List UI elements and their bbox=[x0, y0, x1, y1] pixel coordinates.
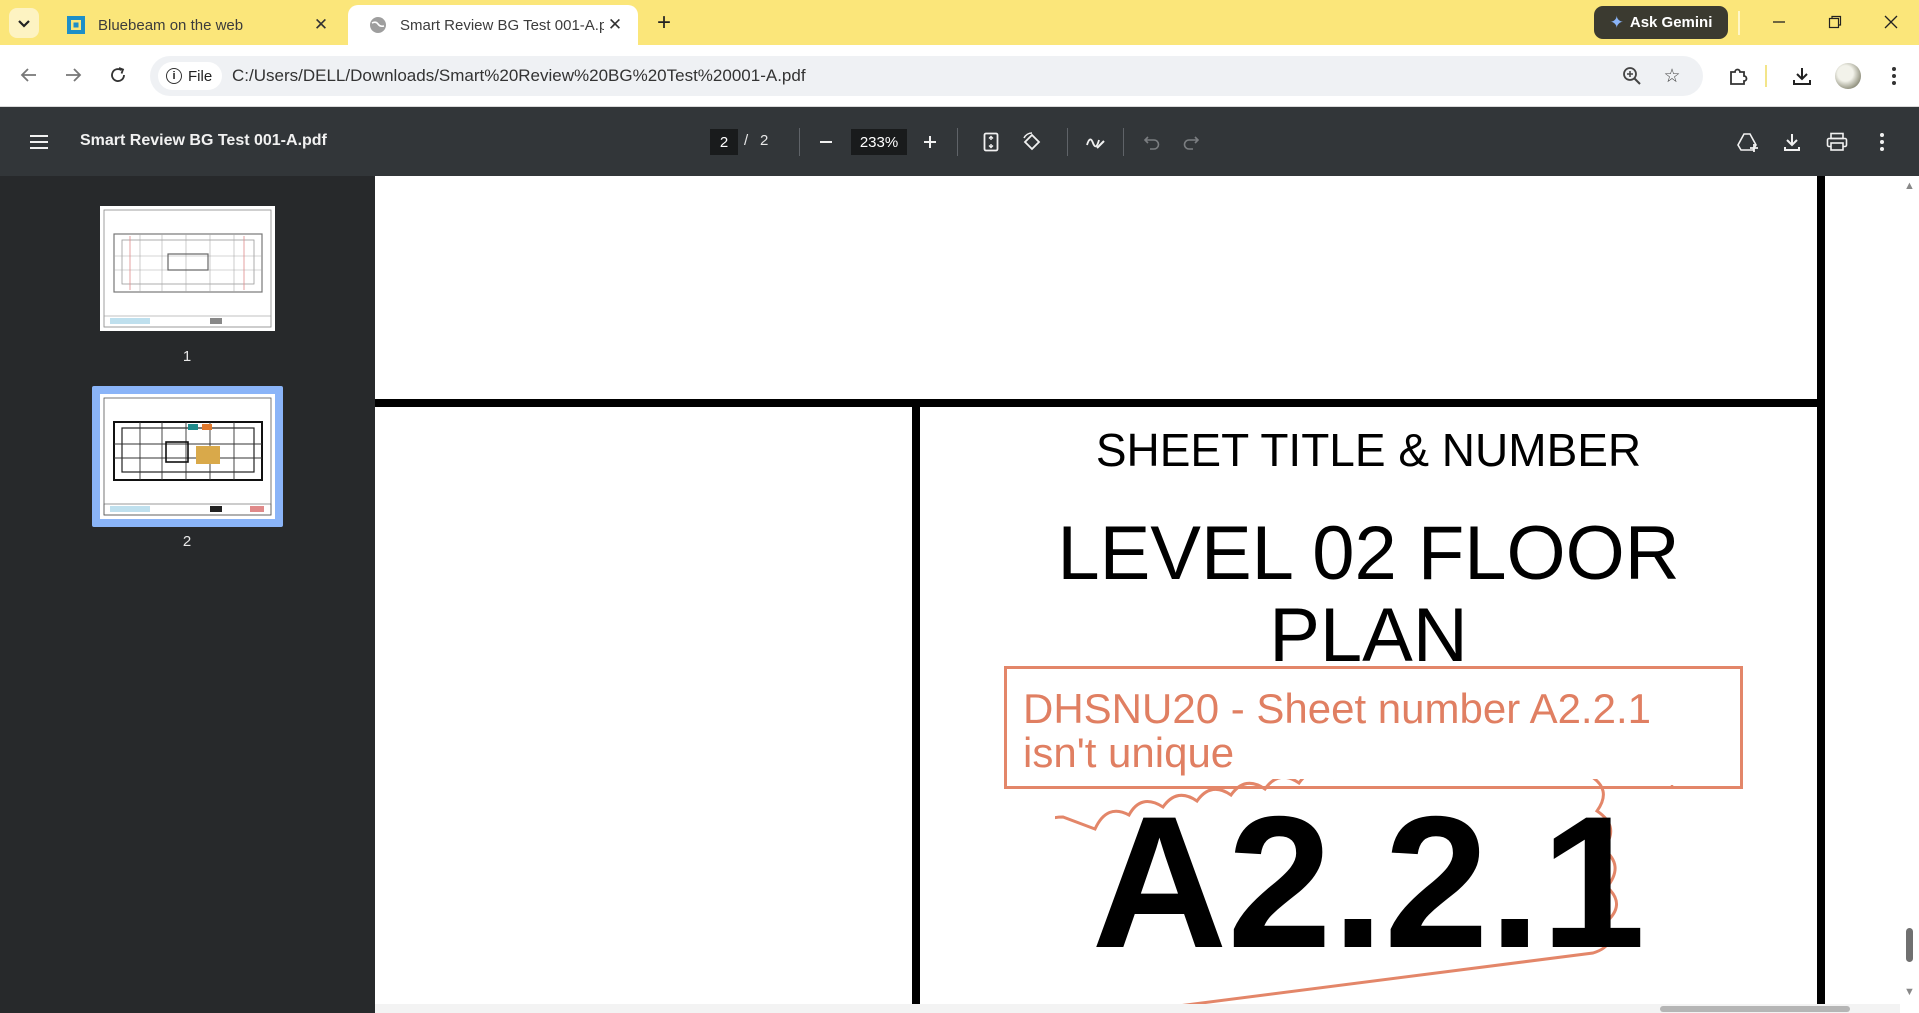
printer-icon bbox=[1826, 132, 1848, 151]
ask-gemini-label: Ask Gemini bbox=[1629, 14, 1713, 31]
plus-icon bbox=[924, 136, 936, 148]
chevron-down-icon bbox=[18, 20, 30, 28]
site-info-label: File bbox=[188, 67, 213, 85]
tab-pdf[interactable]: Smart Review BG Test 001-A.pdf ✕ bbox=[348, 5, 638, 45]
document-title: Smart Review BG Test 001-A.pdf bbox=[80, 132, 327, 149]
title-block-border bbox=[375, 399, 1821, 407]
tab-search-button[interactable] bbox=[9, 8, 39, 38]
save-to-drive-button[interactable] bbox=[1734, 128, 1762, 156]
new-tab-button[interactable]: + bbox=[650, 9, 678, 37]
scroll-up-icon[interactable]: ▲ bbox=[1904, 180, 1915, 192]
rotate-button[interactable] bbox=[1018, 128, 1046, 156]
arrow-left-icon bbox=[20, 68, 36, 82]
minus-icon bbox=[820, 141, 832, 143]
page-number-input[interactable]: 2 bbox=[710, 129, 738, 155]
extensions-icon[interactable] bbox=[1722, 60, 1754, 92]
toolbar-divider bbox=[1765, 65, 1767, 87]
browser-menu-icon[interactable] bbox=[1878, 60, 1910, 92]
zoom-in-button[interactable] bbox=[916, 128, 944, 156]
redo-icon bbox=[1183, 136, 1200, 150]
forward-button[interactable] bbox=[56, 58, 90, 92]
close-window-button[interactable] bbox=[1868, 6, 1914, 38]
gemini-sparkle-icon: ✦ bbox=[1609, 12, 1624, 32]
scrollbar-thumb[interactable] bbox=[1906, 928, 1913, 962]
bluebeam-logo-icon bbox=[66, 15, 86, 35]
undo-icon bbox=[1143, 136, 1160, 150]
redo-button[interactable] bbox=[1177, 128, 1205, 156]
undo-button[interactable] bbox=[1138, 128, 1166, 156]
title-block-border bbox=[1817, 176, 1825, 1013]
url-text[interactable]: C:/Users/DELL/Downloads/Smart%20Review%2… bbox=[232, 66, 806, 86]
strip-divider bbox=[1738, 11, 1740, 35]
horizontal-scrollbar[interactable] bbox=[375, 1004, 1900, 1013]
scroll-down-icon[interactable]: ▼ bbox=[1904, 986, 1915, 998]
hamburger-icon bbox=[30, 135, 48, 149]
pdf-download-button[interactable] bbox=[1778, 128, 1806, 156]
pdf-toolbar: Smart Review BG Test 001-A.pdf 2 / 2 233… bbox=[0, 107, 1919, 176]
fit-page-icon bbox=[983, 132, 999, 152]
tab-title: Smart Review BG Test 001-A.pdf bbox=[400, 16, 604, 34]
profile-avatar[interactable] bbox=[1835, 63, 1861, 89]
zoom-input[interactable]: 233% bbox=[851, 129, 907, 155]
reload-button[interactable] bbox=[101, 58, 135, 92]
close-icon bbox=[1884, 15, 1898, 29]
tab-strip: Bluebeam on the web ✕ Smart Review BG Te… bbox=[0, 0, 1919, 45]
markup-line-1: DHSNU20 - Sheet number A2.2.1 bbox=[1023, 685, 1651, 732]
restore-button[interactable] bbox=[1812, 6, 1858, 38]
site-info-chip[interactable]: i File bbox=[158, 62, 223, 90]
toolbar-divider bbox=[957, 128, 958, 156]
download-icon[interactable] bbox=[1786, 60, 1818, 92]
scrollbar-thumb[interactable] bbox=[1660, 1006, 1850, 1012]
rotate-icon bbox=[1023, 132, 1041, 151]
minimize-icon bbox=[1773, 21, 1785, 23]
minimize-button[interactable] bbox=[1756, 6, 1802, 38]
print-button[interactable] bbox=[1823, 128, 1851, 156]
tab-title: Bluebeam on the web bbox=[98, 16, 244, 34]
pdf-more-menu-icon[interactable] bbox=[1868, 128, 1896, 156]
close-tab-icon[interactable]: ✕ bbox=[310, 14, 332, 36]
browser-toolbar: i File C:/Users/DELL/Downloads/Smart%20R… bbox=[0, 45, 1919, 107]
sidebar-menu-button[interactable] bbox=[26, 129, 52, 155]
back-button[interactable] bbox=[12, 58, 46, 92]
title-block-border bbox=[912, 407, 920, 1013]
tab-bluebeam[interactable]: Bluebeam on the web ✕ bbox=[46, 5, 344, 45]
reload-icon bbox=[111, 67, 125, 82]
markup-line-2: isn't unique bbox=[1023, 729, 1235, 776]
draw-button[interactable] bbox=[1081, 128, 1109, 156]
toolbar-divider bbox=[799, 128, 800, 156]
sheet-title-heading: SHEET TITLE & NUMBER bbox=[1095, 424, 1642, 476]
address-bar[interactable]: i File C:/Users/DELL/Downloads/Smart%20R… bbox=[150, 56, 1703, 96]
restore-icon bbox=[1828, 15, 1842, 29]
markup-callout-text: DHSNU20 - Sheet number A2.2.1 isn't uniq… bbox=[1023, 687, 1651, 775]
toolbar-divider bbox=[1123, 128, 1124, 156]
close-tab-icon[interactable]: ✕ bbox=[604, 14, 626, 36]
page-thumbnail-2[interactable] bbox=[100, 394, 275, 519]
thumbnail-label-1: 1 bbox=[182, 348, 192, 365]
bookmark-star-icon[interactable]: ☆ bbox=[1660, 64, 1684, 88]
fit-page-button[interactable] bbox=[977, 128, 1005, 156]
total-pages: 2 bbox=[760, 132, 769, 149]
pen-icon bbox=[1086, 138, 1105, 149]
floor-plan-thumbnail bbox=[103, 397, 272, 516]
download-icon bbox=[1784, 134, 1800, 151]
globe-icon bbox=[368, 15, 388, 35]
sheet-title-line-1: LEVEL 02 FLOOR bbox=[1057, 511, 1680, 596]
info-icon: i bbox=[166, 68, 182, 84]
drive-add-icon bbox=[1737, 133, 1758, 152]
vertical-scrollbar[interactable]: ▲ ▼ bbox=[1900, 176, 1919, 1013]
zoom-out-button[interactable] bbox=[812, 128, 840, 156]
page-thumbnail-1[interactable] bbox=[100, 206, 275, 331]
toolbar-divider bbox=[1067, 128, 1068, 156]
thumbnail-sidebar: 1 2 bbox=[0, 176, 375, 1013]
arrow-right-icon bbox=[66, 68, 82, 82]
page-separator: / bbox=[744, 132, 749, 149]
zoom-icon[interactable] bbox=[1620, 64, 1644, 88]
pdf-page-view[interactable]: SHEET TITLE & NUMBER LEVEL 02 FLOOR PLAN… bbox=[375, 176, 1919, 1013]
ask-gemini-button[interactable]: ✦ Ask Gemini bbox=[1594, 6, 1728, 39]
floor-plan-thumbnail bbox=[103, 209, 272, 328]
markup-callout-box[interactable]: DHSNU20 - Sheet number A2.2.1 isn't uniq… bbox=[1004, 666, 1743, 789]
thumbnail-label-2: 2 bbox=[182, 533, 192, 550]
sheet-number: A2.2.1 bbox=[1091, 777, 1646, 987]
